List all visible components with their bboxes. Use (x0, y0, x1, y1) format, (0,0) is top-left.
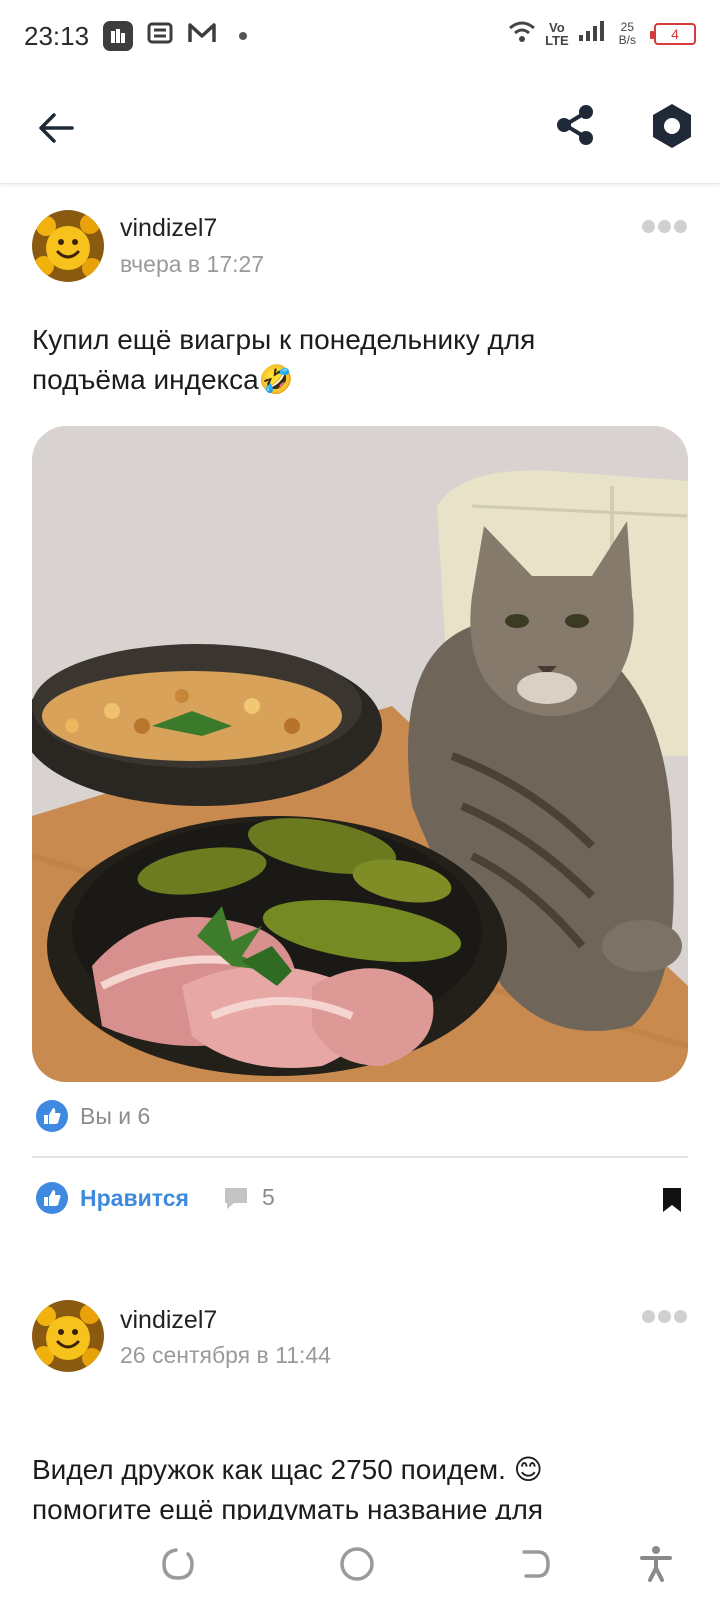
accessibility-icon (640, 1546, 672, 1582)
like-label: Нравится (80, 1184, 189, 1211)
comments-button[interactable]: 5 (222, 1184, 275, 1211)
cat-with-food-photo (32, 426, 688, 1082)
app-bar (0, 72, 720, 184)
post-text: Купил ещё виагры к понедельнику для подъ… (32, 320, 688, 400)
share-icon (557, 105, 593, 145)
more-dot (658, 220, 671, 233)
post-text-line: помогите ещё придумать название для (32, 1494, 544, 1520)
nav-back-button[interactable] (516, 1544, 560, 1588)
post-text-line: подъёма индекса🤣 (32, 364, 294, 395)
settings-button[interactable] (648, 102, 696, 150)
signal-icon (577, 19, 605, 48)
bookmark-button[interactable] (660, 1186, 684, 1214)
network-type-bottom: LTE (545, 32, 569, 48)
back-button[interactable] (34, 106, 78, 150)
post-photo[interactable] (32, 426, 688, 1082)
battery-icon: 4 (650, 22, 696, 45)
share-button[interactable] (552, 102, 598, 148)
nav-home-button[interactable] (337, 1544, 381, 1588)
more-dot (642, 220, 655, 233)
status-bar: 23:13 Vo LTE 25 B/s 4 (0, 0, 720, 72)
battery-level: 4 (671, 25, 679, 42)
post-text: Видел дружок как щас 2750 поидем. 😊 помо… (32, 1450, 688, 1520)
network-type: Vo LTE (545, 21, 569, 47)
post-author[interactable]: vindizel7 (120, 1306, 217, 1335)
hexagon-settings-icon (653, 104, 691, 148)
recents-icon (162, 1548, 194, 1580)
wifi-icon (507, 18, 537, 49)
back-gesture-icon (522, 1550, 550, 1578)
post-card: vindizel7 вчера в 17:27 Купил ещё виагры… (0, 184, 720, 1284)
more-dot (642, 1310, 655, 1323)
more-options-button[interactable] (642, 1310, 688, 1326)
more-dot (674, 1310, 687, 1323)
nav-recents-button[interactable] (158, 1544, 202, 1588)
post-actions: Нравится 5 (0, 1174, 720, 1224)
network-speed: 25 B/s (618, 19, 636, 47)
thumbs-up-icon (36, 1182, 68, 1214)
more-dot (658, 1310, 671, 1323)
more-notifications-dot (239, 32, 248, 40)
post-time: 26 сентября в 11:44 (120, 1342, 331, 1368)
thumbs-up-icon (36, 1100, 68, 1132)
mail-notification-icon (187, 22, 217, 51)
news-notification-icon (147, 22, 173, 51)
status-time: 23:13 (24, 20, 90, 51)
comments-count: 5 (262, 1184, 275, 1210)
system-navigation-bar (0, 1520, 720, 1612)
avatar[interactable] (32, 1300, 104, 1372)
post-author[interactable]: vindizel7 (120, 214, 217, 243)
like-button[interactable]: Нравится (36, 1182, 189, 1214)
post-text-line: Видел дружок как щас 2750 поидем. 😊 (32, 1454, 543, 1485)
bookmark-icon (663, 1188, 681, 1212)
network-speed-unit: B/s (618, 32, 636, 47)
divider (32, 1156, 688, 1158)
comment-icon (225, 1187, 247, 1209)
more-dot (674, 220, 687, 233)
likes-summary-text: Вы и 6 (80, 1102, 151, 1129)
more-options-button[interactable] (642, 220, 688, 236)
home-circle-icon (340, 1547, 374, 1581)
post-time: вчера в 17:27 (120, 251, 265, 277)
avatar[interactable] (32, 210, 104, 282)
smiley-avatar-icon (32, 1300, 104, 1372)
smiley-avatar-icon (32, 210, 104, 282)
arrow-left-icon (39, 113, 74, 143)
network-speed-value: 25 (620, 19, 634, 34)
accessibility-button[interactable] (636, 1544, 680, 1588)
app-notification-icon (103, 21, 134, 51)
post-text-line: Купил ещё виагры к понедельнику для (32, 324, 536, 355)
likes-summary[interactable]: Вы и 6 (36, 1100, 150, 1132)
